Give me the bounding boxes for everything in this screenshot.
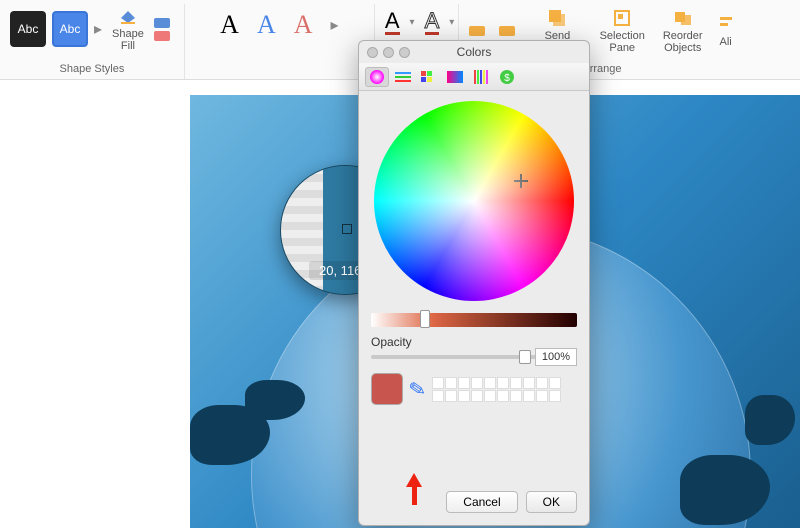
swap-icon: $ <box>499 69 515 85</box>
selection-pane-button[interactable]: Selection Pane <box>596 6 649 56</box>
shape-fill-label: Shape Fill <box>112 28 144 52</box>
group-label-shape-styles: Shape Styles <box>60 63 125 79</box>
chevron-down-icon[interactable]: ▾ <box>410 17 415 28</box>
tab-color-sliders[interactable] <box>391 67 415 87</box>
align-icon <box>717 14 735 34</box>
loupe-target-pixel <box>342 224 352 234</box>
bucket-icon <box>118 6 138 26</box>
reorder-icon <box>673 8 693 28</box>
svg-text:$: $ <box>504 73 510 84</box>
wordart-style-2[interactable]: A <box>257 10 276 40</box>
selection-pane-label: Selection Pane <box>600 30 645 54</box>
eyedropper-icon[interactable]: ✎ <box>407 375 428 403</box>
palette-icon <box>421 71 437 83</box>
current-color-swatch[interactable] <box>371 373 403 405</box>
font-fill-button[interactable]: A <box>385 10 400 35</box>
shape-style-swatch-2[interactable]: Abc <box>52 11 88 47</box>
cancel-button[interactable]: Cancel <box>446 491 517 513</box>
opacity-label: Opacity <box>371 335 412 349</box>
shape-fill-button[interactable]: Shape Fill <box>108 4 148 54</box>
tab-custom[interactable]: $ <box>495 67 519 87</box>
move-button[interactable] <box>499 26 515 36</box>
colors-dialog: Colors $ Opacity 100% ✎ Cancel OK <box>358 40 590 526</box>
opacity-slider[interactable]: 100% <box>371 355 577 359</box>
font-outline-button[interactable]: A <box>425 10 440 35</box>
shape-style-swatch-1[interactable]: Abc <box>10 11 46 47</box>
wordart-style-3[interactable]: A <box>294 10 313 40</box>
opacity-input[interactable]: 100% <box>535 348 577 366</box>
pencils-icon <box>473 70 489 84</box>
sliders-icon <box>395 71 411 83</box>
spectrum-icon <box>447 71 463 83</box>
align-button[interactable]: Ali <box>717 12 735 50</box>
color-picker-tabs: $ <box>359 63 589 91</box>
tab-color-wheel[interactable] <box>365 67 389 87</box>
saved-colors-grid[interactable] <box>432 377 561 402</box>
bring-forward-button[interactable] <box>469 26 485 36</box>
reorder-objects-button[interactable]: Reorder Objects <box>659 6 707 56</box>
ok-button[interactable]: OK <box>526 491 577 513</box>
brightness-slider[interactable] <box>371 313 577 327</box>
send-backward-icon <box>547 8 567 28</box>
dialog-title: Colors <box>359 45 589 59</box>
wordart-style-1[interactable]: A <box>220 10 239 40</box>
group-shape-styles: Abc Abc ▸ Shape Fill Shape Styles <box>0 4 185 79</box>
shape-outline-button[interactable] <box>154 18 170 41</box>
brightness-handle[interactable] <box>420 310 430 328</box>
color-wheel[interactable] <box>374 101 574 301</box>
color-wheel-crosshair[interactable] <box>514 174 528 188</box>
tab-image-palettes[interactable] <box>443 67 467 87</box>
reorder-label: Reorder Objects <box>663 30 703 54</box>
align-label: Ali <box>719 36 731 48</box>
color-wheel-icon <box>369 69 385 85</box>
chevron-down-icon[interactable]: ▾ <box>449 17 454 28</box>
group-wordart: A A A ▸ <box>185 4 375 79</box>
selection-pane-icon <box>612 8 632 28</box>
dialog-titlebar[interactable]: Colors <box>359 41 589 63</box>
annotation-arrow <box>404 473 424 505</box>
chevron-right-icon[interactable]: ▸ <box>94 19 102 39</box>
tab-pencils[interactable] <box>469 67 493 87</box>
chevron-right-icon[interactable]: ▸ <box>331 15 339 35</box>
tab-color-palettes[interactable] <box>417 67 441 87</box>
opacity-handle[interactable] <box>519 350 531 364</box>
